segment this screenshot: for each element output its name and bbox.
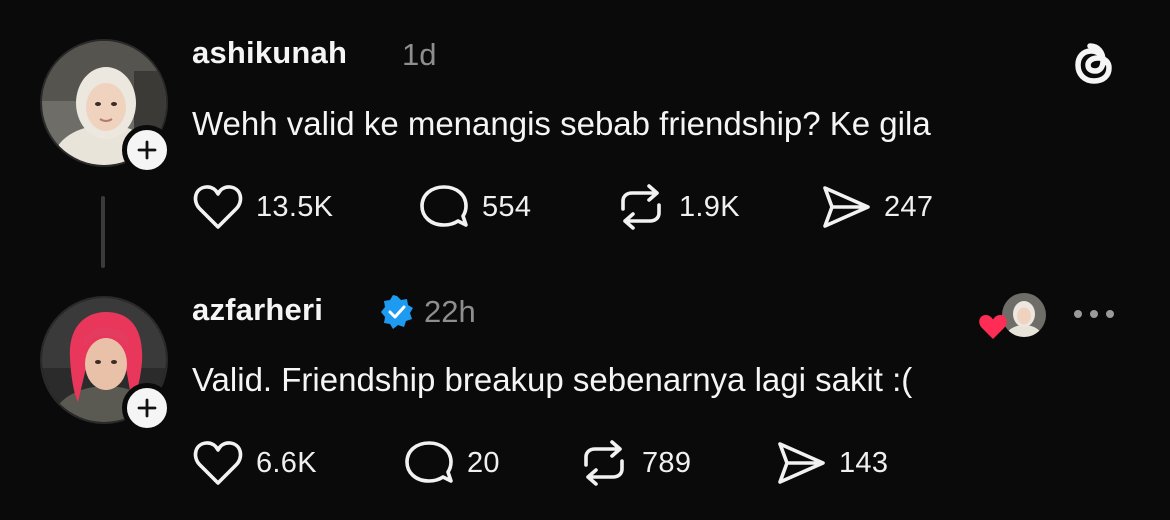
verified-badge-icon (379, 294, 415, 330)
reply-bubble-icon (418, 183, 470, 231)
reply-count: 554 (482, 190, 532, 223)
more-options-icon[interactable] (1070, 306, 1118, 322)
repost-button[interactable]: 1.9K (615, 182, 740, 232)
reply-button[interactable]: 20 (403, 438, 500, 488)
like-count: 6.6K (256, 446, 317, 479)
heart-icon (192, 439, 244, 487)
share-button[interactable]: 143 (775, 438, 888, 488)
post-text: Wehh valid ke menangis sebab friendship?… (192, 105, 931, 142)
plus-icon (137, 140, 157, 160)
reply-bubble-icon (403, 439, 455, 487)
username[interactable]: ashikunah (192, 35, 347, 71)
repost-icon (578, 439, 630, 487)
post-time: 22h (424, 294, 476, 329)
share-count: 143 (839, 446, 889, 479)
reply-count: 20 (467, 446, 500, 479)
liked-by-author-heart-icon (978, 313, 1008, 341)
like-count: 13.5K (256, 190, 334, 223)
post-time: 1d (402, 37, 437, 72)
heart-icon (192, 183, 244, 231)
send-icon (820, 183, 872, 231)
reply-button[interactable]: 554 (418, 182, 531, 232)
share-count: 247 (884, 190, 934, 223)
threads-logo-icon[interactable] (1068, 38, 1120, 92)
thread-connector-line (101, 196, 105, 268)
plus-icon (137, 398, 157, 418)
like-button[interactable]: 13.5K (192, 182, 333, 232)
follow-button-azfarheri[interactable] (122, 383, 172, 433)
like-button[interactable]: 6.6K (192, 438, 317, 488)
follow-button-ashikunah[interactable] (122, 125, 172, 175)
post-text: Valid. Friendship breakup sebenarnya lag… (192, 361, 913, 398)
repost-count: 1.9K (679, 190, 740, 223)
threads-feed: ashikunah 1d Wehh valid ke menangis seba… (0, 0, 1170, 520)
repost-count: 789 (642, 446, 692, 479)
liked-by-author-indicator (978, 291, 1048, 341)
repost-button[interactable]: 789 (578, 438, 691, 488)
share-button[interactable]: 247 (820, 182, 933, 232)
repost-icon (615, 183, 667, 231)
username[interactable]: azfarheri (192, 292, 323, 328)
send-icon (775, 439, 827, 487)
